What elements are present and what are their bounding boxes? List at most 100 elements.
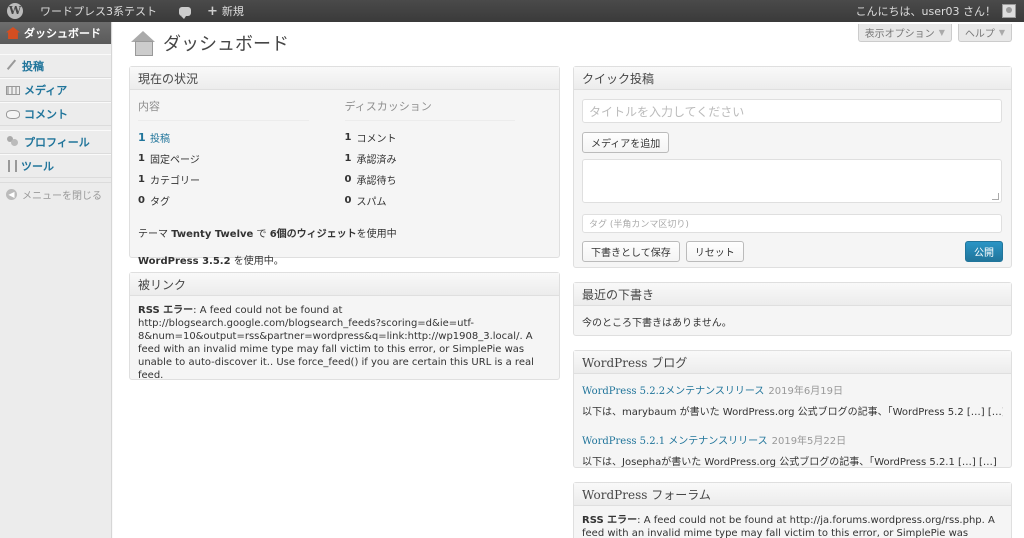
sidebar-item-label: ツール [21, 160, 54, 173]
stat-row[interactable]: 1 コメント [345, 127, 552, 148]
blog-post-summary: 以下は、Josephaが書いた WordPress.org 公式ブログの記事、「… [582, 457, 997, 468]
list-item: WordPress 5.2.1 メンテナンスリリース 2019年5月22日 以下は… [582, 432, 1003, 468]
widget-title[interactable]: クイック投稿 [574, 67, 1011, 90]
main-content: ダッシュボード 表示オプション ▼ ヘルプ ▼ 現在の状況 内容 1 投稿 1 固定ペー… [113, 22, 1024, 538]
new-content-menu[interactable]: + 新規 [199, 0, 252, 22]
discussion-header: ディスカッション [344, 98, 515, 121]
rss-error-text: : A feed could not be found at http://ja… [582, 515, 995, 538]
reset-button[interactable]: リセット [685, 241, 744, 262]
incoming-links-widget: 被リンク RSS エラー: A feed could not be found … [129, 272, 560, 381]
widget-title[interactable]: 被リンク [130, 273, 559, 296]
tags-input[interactable]: タグ (半角カンマ区切り) [582, 214, 1002, 233]
rss-error-text: : A feed could not be found at http://bl… [138, 305, 534, 381]
help-button[interactable]: ヘルプ ▼ [957, 24, 1012, 42]
comment-bubble-icon [179, 6, 191, 19]
stat-row[interactable]: 1 固定ページ [138, 148, 345, 169]
users-icon [6, 136, 20, 148]
widget-title[interactable]: WordPress フォーラム [574, 483, 1011, 506]
stat-label: スパム [356, 197, 387, 208]
stat-label: 投稿 [150, 134, 170, 145]
list-item: WordPress 5.2.2メンテナンスリリース 2019年6月19日 以下は、… [582, 382, 1003, 418]
stat-label: 承認済み [356, 155, 397, 166]
sidebar-item-tools[interactable]: ツール [0, 154, 111, 178]
stat-row[interactable]: 1 投稿 [138, 127, 345, 148]
stat-count: 0 [344, 174, 352, 185]
publish-button[interactable]: 公開 [965, 241, 1003, 262]
wordpress-forum-widget: WordPress フォーラム RSS エラー: A feed could no… [573, 482, 1012, 538]
collapse-menu-button[interactable]: ◀ メニューを閉じる [0, 182, 111, 206]
greeting-text: こんにちは、user03 さん！ [855, 5, 997, 18]
collapse-label: メニューを閉じる [22, 191, 102, 202]
widgets-count: 6個のウィジェット [269, 229, 357, 240]
stat-count: 0 [344, 195, 352, 206]
rss-error: RSS エラー: A feed could not be found at ht… [130, 296, 559, 390]
menu-separator [0, 44, 111, 54]
home-icon [131, 31, 155, 56]
wp-version: WordPress 3.5.2 [138, 256, 231, 267]
stat-row[interactable]: 1 承認済み [345, 148, 552, 169]
page-title: ダッシュボード [163, 34, 289, 54]
version-suffix: を使用中。 [233, 256, 284, 267]
plus-icon: + [207, 3, 218, 19]
stat-count: 1 [138, 174, 145, 185]
widget-title[interactable]: 現在の状況 [130, 67, 559, 90]
admin-menu: ダッシュボード 投稿 メディア コメント プロフィール ツール ◀ メニューを閉じ… [0, 22, 112, 538]
widget-title[interactable]: WordPress ブログ [574, 351, 1011, 374]
stat-row[interactable]: 0 タグ [138, 190, 345, 211]
screen-meta-links: 表示オプション ▼ ヘルプ ▼ [857, 24, 1012, 42]
version-info: WordPress 3.5.2 を使用中。 [138, 252, 551, 267]
blog-post-link[interactable]: WordPress 5.2.2メンテナンスリリース [582, 386, 764, 397]
tools-icon [8, 160, 17, 172]
add-media-button[interactable]: メディアを追加 [582, 132, 670, 153]
stat-count: 0 [138, 195, 145, 206]
blog-post-summary: 以下は、marybaum が書いた WordPress.org 公式ブログの記事… [582, 407, 1003, 418]
rss-error-label: RSS エラー [582, 515, 638, 526]
sidebar-item-dashboard[interactable]: ダッシュボード [0, 22, 111, 44]
comment-icon [6, 109, 20, 119]
my-account-menu[interactable]: こんにちは、user03 さん！ [848, 0, 1024, 22]
screen-options-button[interactable]: 表示オプション ▼ [857, 24, 952, 42]
sidebar-item-label: コメント [24, 108, 68, 121]
stat-count: 1 [344, 153, 352, 164]
right-now-widget: 現在の状況 内容 1 投稿 1 固定ページ 1 カテゴリー 0 タグ ディスカッション … [129, 66, 560, 267]
sidebar-item-posts[interactable]: 投稿 [0, 54, 111, 78]
new-content-label: 新規 [221, 5, 244, 18]
dashboard-icon [6, 27, 20, 39]
comments-link[interactable] [171, 0, 199, 22]
stat-label: タグ [150, 197, 170, 208]
sidebar-item-label: メディア [24, 84, 68, 97]
content-textarea[interactable] [582, 159, 1002, 203]
sidebar-item-label: ダッシュボード [24, 27, 101, 40]
blog-post-date: 2019年6月19日 [768, 386, 843, 397]
theme-name: Twenty Twelve [171, 229, 254, 240]
wordpress-blog-widget: WordPress ブログ WordPress 5.2.2メンテナンスリリース 2… [573, 350, 1012, 468]
title-input[interactable]: タイトルを入力してください [582, 99, 1002, 123]
sidebar-item-media[interactable]: メディア [0, 78, 111, 102]
rss-error: RSS エラー: A feed could not be found at ht… [574, 506, 1011, 538]
sidebar-item-label: プロフィール [24, 136, 90, 149]
avatar [1002, 4, 1016, 18]
help-label: ヘルプ [964, 29, 995, 40]
page-header: ダッシュボード [131, 30, 289, 56]
stat-row[interactable]: 0 承認待ち [345, 169, 552, 190]
chevron-down-icon: ▼ [998, 28, 1005, 37]
blog-post-date: 2019年5月22日 [771, 436, 847, 447]
stat-row[interactable]: 0 スパム [345, 190, 552, 211]
sidebar-item-comments[interactable]: コメント [0, 102, 111, 126]
blog-post-link[interactable]: WordPress 5.2.1 メンテナンスリリース [582, 436, 768, 447]
screen-options-label: 表示オプション [864, 29, 935, 40]
sidebar-item-profile[interactable]: プロフィール [0, 130, 111, 154]
wordpress-logo-icon[interactable]: W [0, 0, 30, 22]
admin-bar: W ワードプレス3系テスト + 新規 こんにちは、user03 さん！ [0, 0, 1024, 22]
site-name-link[interactable]: ワードプレス3系テスト [30, 0, 171, 22]
widget-title[interactable]: 最近の下書き [574, 283, 1011, 306]
recent-drafts-widget: 最近の下書き 今のところ下書きはありません。 [573, 282, 1012, 336]
stat-row[interactable]: 1 カテゴリー [138, 169, 345, 190]
pin-icon [6, 59, 20, 73]
rss-error-label: RSS エラー [138, 305, 194, 316]
collapse-arrow-icon: ◀ [6, 189, 17, 200]
stat-count: 1 [138, 153, 145, 164]
save-draft-button[interactable]: 下書きとして保存 [582, 241, 680, 262]
theme-mid: で [256, 229, 267, 240]
stat-label: カテゴリー [150, 176, 200, 187]
